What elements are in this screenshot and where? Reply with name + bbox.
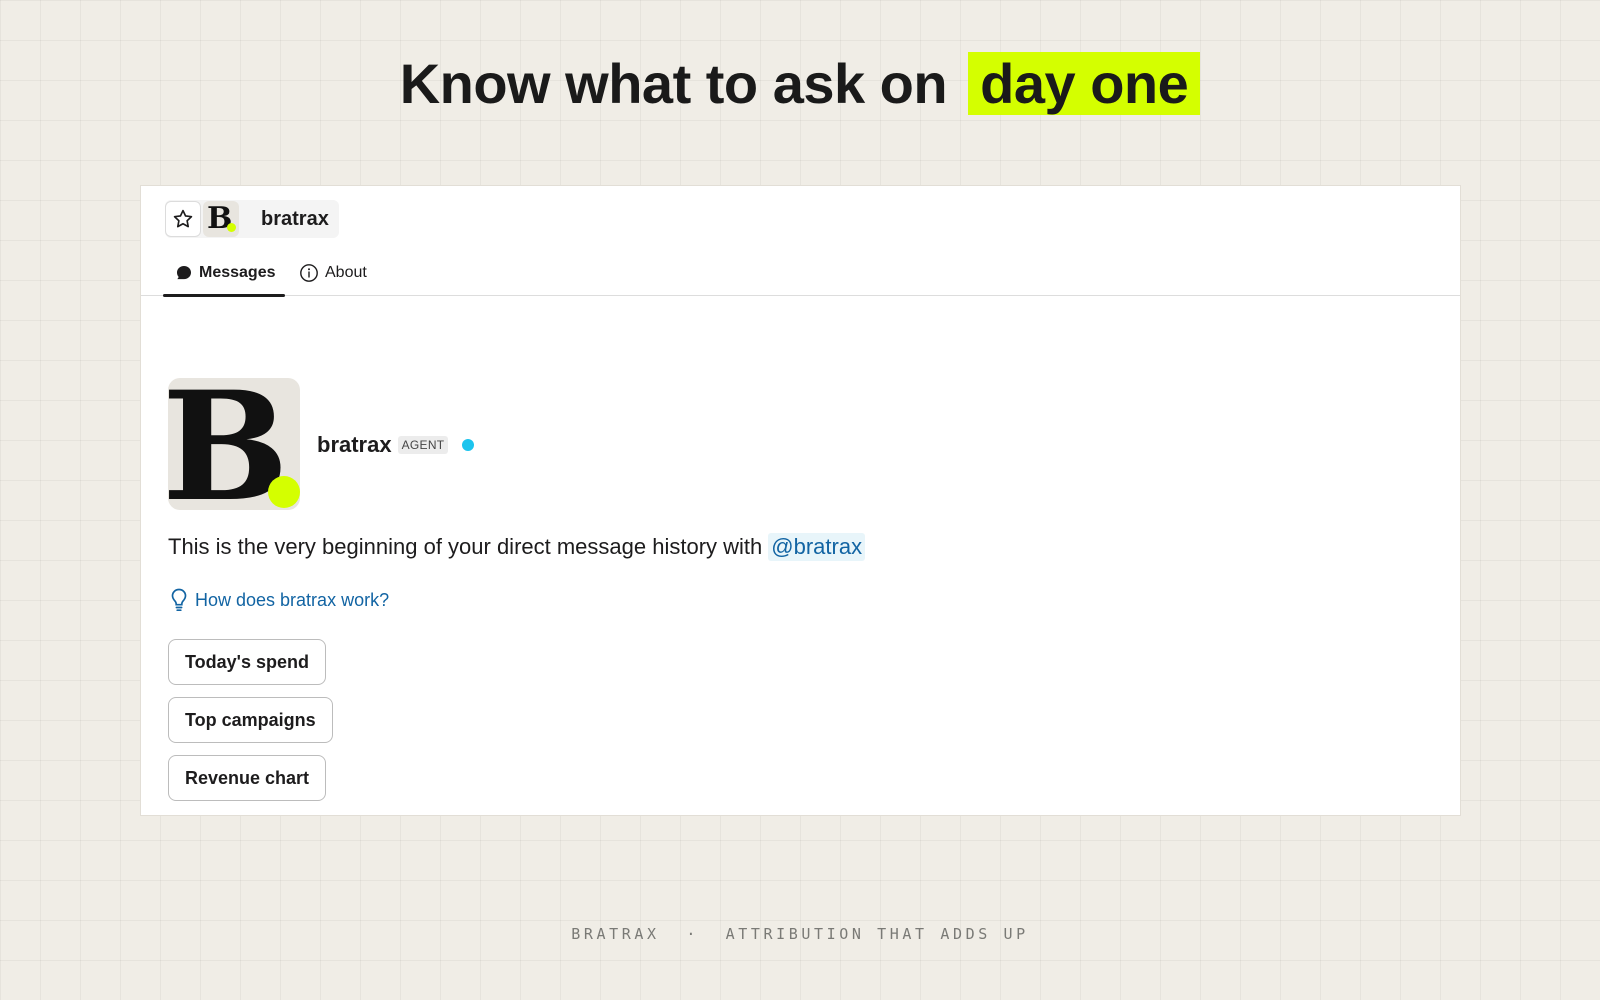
agent-profile: B bratrax AGENT <box>168 378 475 510</box>
footer-brand: BRATRAX <box>571 925 660 943</box>
channel-logo-dot <box>227 223 236 232</box>
suggestion-top-campaigns[interactable]: Top campaigns <box>168 697 333 743</box>
tab-messages-label: Messages <box>199 264 276 281</box>
agent-avatar-dot <box>268 476 300 508</box>
channel-name[interactable]: bratrax <box>261 208 329 231</box>
lightbulb-icon <box>169 587 189 613</box>
footer-separator: · <box>686 925 699 943</box>
dm-intro: This is the very beginning of your direc… <box>168 533 866 561</box>
channel-logo[interactable]: B <box>203 201 239 237</box>
how-it-works-link[interactable]: How does bratrax work? <box>169 587 389 613</box>
headline-text: Know what to ask on <box>399 52 948 115</box>
mention-link[interactable]: @bratrax <box>768 533 866 561</box>
agent-avatar[interactable]: B <box>168 378 300 510</box>
headline-highlight: day one <box>968 52 1201 115</box>
tab-messages[interactable]: Messages <box>163 250 285 297</box>
agent-badge: AGENT <box>397 436 449 454</box>
tab-bar: Messages About <box>141 250 1460 297</box>
page-headline: Know what to ask on day one <box>0 50 1600 118</box>
footer-tagline: BRATRAX · ATTRIBUTION THAT ADDS UP <box>0 925 1600 943</box>
agent-meta: bratrax AGENT <box>317 432 475 458</box>
chat-bubble-icon <box>175 264 193 282</box>
footer-text: ATTRIBUTION THAT ADDS UP <box>725 925 1029 943</box>
dm-intro-text: This is the very beginning of your direc… <box>168 534 763 559</box>
how-it-works-label: How does bratrax work? <box>195 589 390 610</box>
chat-window: B bratrax Messages About B bratrax AGENT… <box>140 185 1461 816</box>
star-outline-icon <box>173 209 193 228</box>
info-circle-icon <box>299 263 319 283</box>
online-status-icon <box>462 439 475 451</box>
suggestion-revenue-chart[interactable]: Revenue chart <box>168 755 327 801</box>
agent-name[interactable]: bratrax <box>317 432 392 458</box>
suggestion-todays-spend[interactable]: Today's spend <box>168 639 326 685</box>
tab-about[interactable]: About <box>299 250 367 296</box>
star-button[interactable] <box>165 201 201 237</box>
tab-about-label: About <box>325 264 367 281</box>
channel-header: B bratrax <box>165 200 339 238</box>
